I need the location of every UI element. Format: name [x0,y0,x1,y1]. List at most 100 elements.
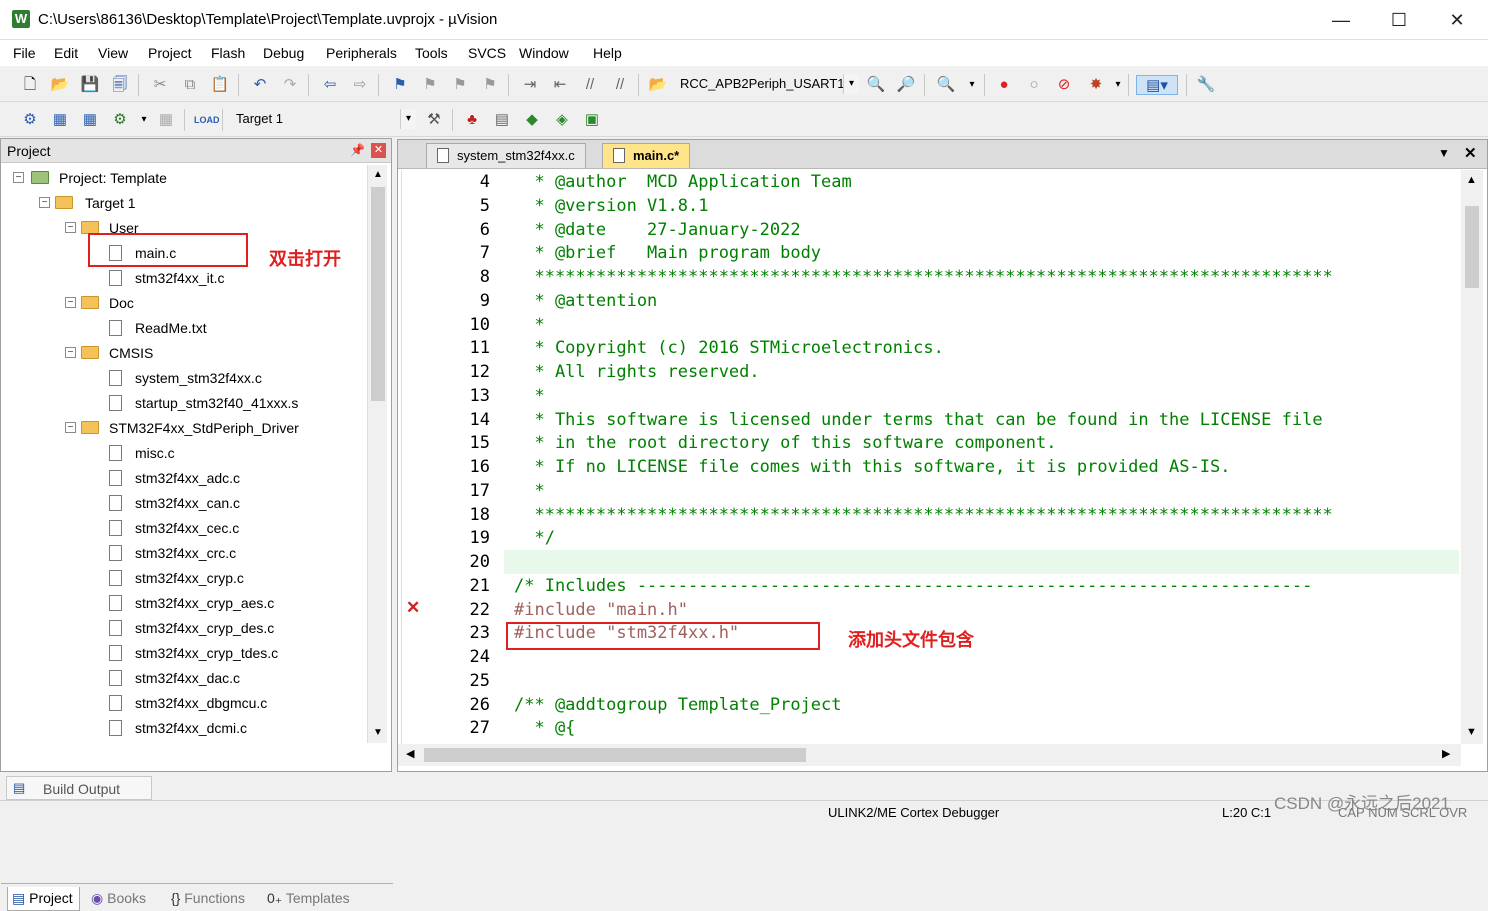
scroll-up-icon[interactable]: ▲ [371,169,385,180]
collapse-icon[interactable]: − [65,222,76,233]
close-button[interactable]: ✕ [1428,0,1486,40]
scrollbar-thumb[interactable] [1465,206,1479,288]
select-software-packs-icon[interactable]: ▣ [582,110,602,130]
build-icon[interactable]: ▦ [50,110,70,130]
menu-help[interactable]: Help [593,45,622,61]
scroll-down-icon[interactable]: ▼ [1466,726,1477,738]
collapse-icon[interactable]: − [65,347,76,358]
window-layout-icon[interactable]: ▤▾ [1136,75,1178,95]
maximize-button[interactable]: ☐ [1370,0,1428,40]
uncomment-icon[interactable]: // [610,75,630,95]
find-icon[interactable]: 🔍 [866,75,886,95]
collapse-icon[interactable]: − [65,297,76,308]
menu-debug[interactable]: Debug [263,45,304,61]
chevron-down-icon[interactable]: ▾ [843,74,859,94]
find-combo[interactable]: RCC_APB2Periph_USART1 ▾ [674,74,859,96]
target-options-icon[interactable]: ⚒ [424,110,444,130]
tab-books[interactable]: ◉ Books [91,887,146,911]
batch-build-icon[interactable]: ⚙ [110,110,130,130]
menu-svcs[interactable]: SVCS [468,45,506,61]
chevron-down-icon[interactable]: ▾ [134,110,154,130]
save-icon[interactable]: 💾 [80,75,100,95]
comment-icon[interactable]: // [580,75,600,95]
scrollbar-thumb[interactable] [371,187,385,401]
undo-icon[interactable]: ↶ [250,75,270,95]
tree-label: Project: Template [59,170,167,186]
error-marker-icon[interactable]: ✕ [406,598,420,618]
scroll-down-icon[interactable]: ▼ [371,727,385,738]
manage-components-icon[interactable]: ♣ [462,110,482,130]
prev-bookmark-icon[interactable]: ⚑ [420,75,440,95]
redo-icon[interactable]: ↷ [280,75,300,95]
menu-view[interactable]: View [98,45,128,61]
configure-wrench-icon[interactable]: 🔧 [1196,75,1216,95]
chevron-down-icon[interactable]: ▾ [962,75,982,95]
menu-peripherals[interactable]: Peripherals [326,45,397,61]
tab-build-output[interactable]: ▤ Build Output [6,776,152,800]
rebuild-icon[interactable]: ▦ [80,110,100,130]
collapse-icon[interactable]: − [65,422,76,433]
kill-breakpoints-icon[interactable]: ✸ [1086,75,1106,95]
tab-functions[interactable]: {} Functions [171,887,245,911]
copy-icon[interactable]: ⧉ [180,75,200,95]
menu-project[interactable]: Project [148,45,192,61]
minimize-button[interactable]: — [1312,0,1370,40]
pack-installer-icon[interactable]: ◆ [522,110,542,130]
debug-session-icon[interactable]: 🔍 [936,75,956,95]
collapse-icon[interactable]: − [39,197,50,208]
menu-flash[interactable]: Flash [211,45,245,61]
menu-file[interactable]: File [13,45,36,61]
code-area[interactable]: * @author MCD Application Team * @versio… [504,170,1459,744]
editor-horizontal-scrollbar[interactable]: ◀ ▶ [398,744,1461,766]
cut-icon[interactable]: ✂ [150,75,170,95]
tab-label: Books [107,890,147,906]
close-editor-icon[interactable]: ✕ [1464,144,1477,162]
indent-icon[interactable]: ⇥ [520,75,540,95]
editor-vertical-scrollbar[interactable]: ▲ ▼ [1461,170,1483,744]
scrollbar-thumb[interactable] [424,748,806,762]
menu-window[interactable]: Window [519,45,569,61]
insert-breakpoint-icon[interactable]: ● [994,75,1014,95]
translate-icon[interactable]: ⚙ [20,110,40,130]
run-time-environment-icon[interactable]: ◈ [552,110,572,130]
next-bookmark-icon[interactable]: ⚑ [450,75,470,95]
find-in-files-icon[interactable]: 📂 [648,75,668,95]
target-select[interactable]: Target 1 ▾ [230,109,416,131]
code-line: * [514,314,545,335]
toolbar-separator [984,74,985,96]
scroll-left-icon[interactable]: ◀ [406,747,414,760]
save-all-icon[interactable]: 🗐 [110,75,130,95]
new-file-icon[interactable]: 🗋 [20,75,40,95]
menu-bar: File Edit View Project Flash Debug Perip… [0,40,1488,66]
tab-templates[interactable]: 0₊ Templates [267,887,350,911]
navigate-back-icon[interactable]: ⇦ [320,75,340,95]
disable-breakpoints-icon[interactable]: ⊘ [1054,75,1074,95]
menu-tools[interactable]: Tools [415,45,448,61]
bookmark-icon[interactable]: ⚑ [390,75,410,95]
paste-icon[interactable]: 📋 [210,75,230,95]
scroll-up-icon[interactable]: ▲ [1466,174,1477,186]
stop-build-icon[interactable]: ▦ [156,110,176,130]
project-tree-scrollbar[interactable]: ▲ ▼ [367,165,387,743]
tab-label: Templates [285,890,350,906]
tab-list-chevron-icon[interactable]: ▼ [1438,146,1450,160]
open-file-icon[interactable]: 📂 [50,75,70,95]
unindent-icon[interactable]: ⇤ [550,75,570,95]
pin-icon[interactable]: 📌 [350,143,365,157]
chevron-down-icon[interactable]: ▾ [400,109,416,129]
scroll-right-icon[interactable]: ▶ [1442,747,1450,760]
navigate-forward-icon[interactable]: ⇨ [350,75,370,95]
file-extensions-icon[interactable]: ▤ [492,110,512,130]
tab-main-c[interactable]: main.c* [602,143,691,168]
enable-breakpoint-icon[interactable]: ○ [1024,75,1044,95]
tab-project[interactable]: ▤ Project [7,887,80,911]
clear-bookmarks-icon[interactable]: ⚑ [480,75,500,95]
download-load-icon[interactable]: LOAD [194,110,220,130]
menu-edit[interactable]: Edit [54,45,78,61]
chevron-down-icon[interactable]: ▾ [1108,75,1128,95]
incremental-find-icon[interactable]: 🔎 [896,75,916,95]
build-output-label: Build Output [43,781,121,797]
close-icon[interactable]: ✕ [371,143,386,158]
tab-system-stm32f4xx[interactable]: system_stm32f4xx.c [426,143,586,168]
collapse-icon[interactable]: − [13,172,24,183]
